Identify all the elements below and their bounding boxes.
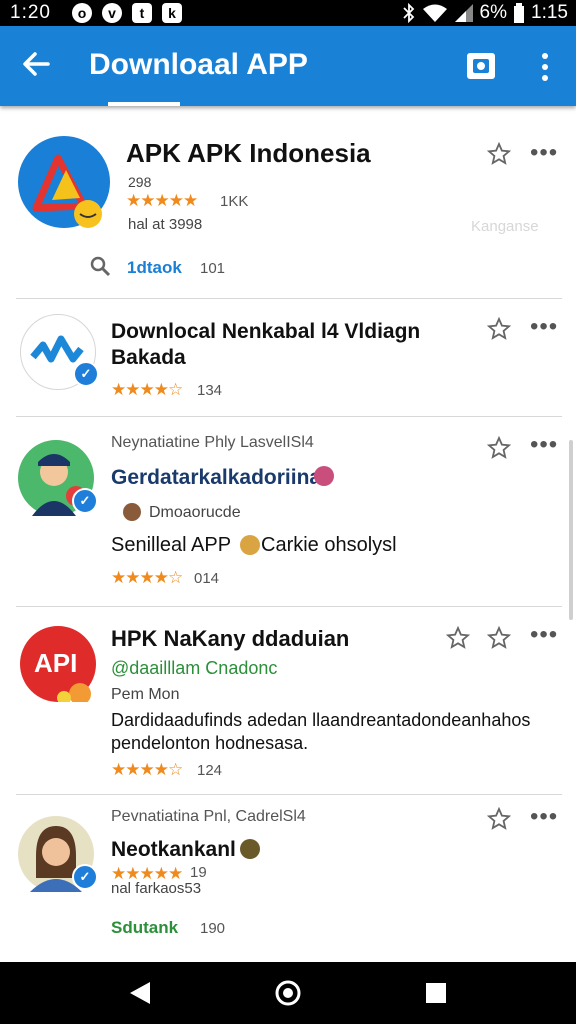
status-right: 6% 1:15 bbox=[402, 2, 568, 24]
wifi-icon bbox=[422, 4, 447, 22]
item-title[interactable]: APK APK Indonesia bbox=[126, 138, 371, 169]
screenshot-icon[interactable] bbox=[466, 52, 496, 80]
bluetooth-icon bbox=[402, 3, 414, 23]
author-avatar bbox=[123, 503, 141, 521]
item-desc-2: pendelonton hodnesasa. bbox=[111, 733, 309, 753]
app-icon bbox=[18, 136, 110, 228]
item-meta: hal at 3998 bbox=[128, 216, 203, 233]
notification-v-icon: v bbox=[102, 3, 122, 23]
item-search-label[interactable]: 1dtaok bbox=[127, 258, 182, 278]
page-title: Downloaal APP bbox=[89, 48, 308, 81]
item-desc-2: Carkie ohsolysl bbox=[261, 534, 397, 556]
battery-icon bbox=[514, 3, 525, 23]
list-item[interactable]: API HPK NaKany ddaduian @daailllam Cnado… bbox=[16, 606, 562, 795]
more-horiz-icon[interactable]: ••• bbox=[530, 141, 558, 165]
rating-stars: ★★★★☆ bbox=[111, 568, 183, 587]
rating-count: 124 bbox=[197, 762, 223, 779]
recents-square-icon[interactable] bbox=[425, 982, 447, 1004]
app-bar: Downloaal APP bbox=[0, 26, 576, 106]
back-arrow-icon[interactable] bbox=[18, 46, 54, 82]
item-desc: Senilleal APP bbox=[111, 534, 232, 556]
scrollbar[interactable] bbox=[569, 440, 573, 620]
svg-text:API: API bbox=[34, 648, 77, 678]
item-green-count: 190 bbox=[200, 920, 226, 937]
signal-icon bbox=[454, 4, 473, 22]
item-title-line1[interactable]: Downlocal Nenkabal l4 Vldiagn bbox=[111, 318, 420, 346]
list-item[interactable]: ✓ Neynatiatine Phly LasvelISl4 Gerdatark… bbox=[16, 416, 562, 607]
more-horiz-icon[interactable]: ••• bbox=[530, 623, 558, 647]
star-outline-icon[interactable] bbox=[487, 807, 511, 831]
item-green-label[interactable]: Sdutank bbox=[111, 918, 178, 938]
item-desc-1: Dardidaadufinds adedan llaandreantadonde… bbox=[111, 710, 531, 730]
app-icon: API bbox=[20, 626, 96, 702]
notification-t-icon: t bbox=[132, 3, 152, 23]
status-bar: 1:20 o v t k 6% 1:15 bbox=[0, 0, 576, 26]
list-item[interactable]: APK APK Indonesia 298 ★★★★★ 1KK hal at 3… bbox=[16, 118, 562, 299]
item-meta: Pem Mon bbox=[111, 686, 180, 703]
item-downloads: 298 bbox=[128, 174, 152, 190]
item-meta: Dmoaorucde bbox=[149, 504, 241, 521]
star-outline-icon[interactable] bbox=[487, 142, 511, 166]
star-outline-icon[interactable] bbox=[487, 436, 511, 460]
navigation-bar bbox=[0, 962, 576, 1024]
triangle-logo-icon bbox=[32, 154, 102, 228]
verified-badge-icon: ✓ bbox=[73, 361, 99, 387]
status-notification-icons: o v t k bbox=[72, 3, 182, 23]
emoji-avatar-icon bbox=[240, 535, 260, 555]
item-title[interactable]: Gerdatarkalkadoriina bbox=[111, 466, 321, 490]
app-icon: ✓ bbox=[20, 314, 99, 390]
search-icon bbox=[90, 256, 111, 277]
star-filled-icon[interactable] bbox=[446, 626, 470, 650]
list-item[interactable]: ✓ Pevnatiatina Pnl, CadrelSl4 Neotkankan… bbox=[16, 794, 562, 954]
more-horiz-icon[interactable]: ••• bbox=[530, 805, 558, 829]
rating-count: 134 bbox=[197, 382, 223, 399]
rating-stars: ★★★★☆ bbox=[111, 760, 183, 779]
avatar: ✓ bbox=[18, 440, 98, 516]
status-time: 1:20 bbox=[10, 2, 51, 23]
item-title[interactable]: HPK NaKany ddaduian bbox=[111, 626, 349, 652]
notification-o-icon: o bbox=[72, 3, 92, 23]
list-item[interactable]: ✓ Downlocal Nenkabal l4 Vldiagn Bakada ★… bbox=[16, 298, 562, 417]
back-triangle-icon[interactable] bbox=[128, 980, 152, 1006]
item-subtitle: Neynatiatine Phly LasvelISl4 bbox=[111, 434, 314, 451]
avatar: ✓ bbox=[18, 816, 98, 892]
rating-count: 1KK bbox=[220, 193, 249, 210]
more-horiz-icon[interactable]: ••• bbox=[530, 433, 558, 457]
tab-indicator bbox=[108, 102, 180, 106]
item-title-line2[interactable]: Bakada bbox=[111, 346, 186, 370]
star-outline-icon[interactable] bbox=[487, 626, 511, 650]
item-faint-text: Kanganse bbox=[471, 218, 539, 235]
emoji-icon bbox=[314, 466, 334, 486]
apk-logo-icon: API bbox=[34, 648, 91, 702]
rating-stars: ★★★★☆ bbox=[111, 380, 183, 399]
emoji-icon bbox=[240, 839, 260, 859]
item-search-count: 101 bbox=[200, 260, 226, 277]
home-circle-icon[interactable] bbox=[274, 979, 302, 1007]
rating-count: 014 bbox=[194, 570, 220, 587]
verified-badge-icon: ✓ bbox=[72, 488, 98, 514]
verified-badge-icon: ✓ bbox=[72, 864, 98, 890]
more-vert-icon[interactable] bbox=[535, 50, 555, 84]
rating-stars: ★★★★★ bbox=[126, 191, 198, 210]
item-meta: nal farkaos53 bbox=[111, 880, 202, 897]
more-horiz-icon[interactable]: ••• bbox=[530, 315, 558, 339]
notification-k-icon: k bbox=[162, 3, 182, 23]
battery-percent: 6% bbox=[479, 2, 508, 23]
status-time-right: 1:15 bbox=[531, 2, 568, 23]
rating-count: 19 bbox=[190, 864, 207, 881]
star-outline-icon[interactable] bbox=[487, 317, 511, 341]
item-link[interactable]: @daailllam Cnadonc bbox=[111, 658, 277, 679]
item-subtitle: Pevnatiatina Pnl, CadrelSl4 bbox=[111, 808, 306, 825]
item-title[interactable]: Neotkankanl bbox=[111, 838, 236, 862]
